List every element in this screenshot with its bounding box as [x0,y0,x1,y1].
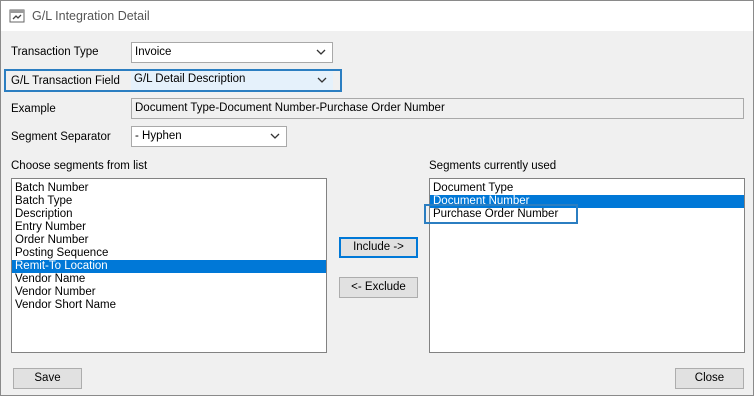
gl-integration-detail-window: G/L Integration Detail Transaction Type … [0,0,754,396]
exclude-button[interactable]: <- Exclude [339,277,418,298]
list-item-selected[interactable]: Remit-To Location [12,260,326,273]
example-field: Document Type-Document Number-Purchase O… [131,98,744,119]
separator-value: - Hyphen [135,130,182,142]
separator-label: Segment Separator [11,131,111,143]
title-bar: G/L Integration Detail [1,1,753,31]
include-button[interactable]: Include -> [339,237,418,258]
list-item[interactable]: Order Number [12,234,326,247]
save-button[interactable]: Save [13,368,82,389]
available-segments-label: Choose segments from list [11,160,148,172]
list-item[interactable]: Batch Type [12,195,326,208]
example-value: Document Type-Document Number-Purchase O… [135,102,445,114]
used-segments-label: Segments currently used [429,160,557,172]
list-item[interactable]: Vendor Name [12,273,326,286]
gl-field-label: G/L Transaction Field [11,75,120,87]
list-item[interactable]: Entry Number [12,221,326,234]
transaction-type-dropdown[interactable]: Invoice [131,42,333,63]
list-item[interactable]: Document Type [430,182,744,195]
list-item[interactable]: Batch Number [12,182,326,195]
list-item[interactable]: Vendor Short Name [12,299,326,312]
list-item[interactable]: Posting Sequence [12,247,326,260]
window-title: G/L Integration Detail [32,9,150,23]
app-window-icon [9,9,25,23]
chevron-down-icon [317,77,327,83]
gl-field-dropdown[interactable]: G/L Detail Description [131,71,333,90]
transaction-type-value: Invoice [135,46,172,58]
example-label: Example [11,103,56,115]
gl-field-value: G/L Detail Description [134,73,246,85]
list-item[interactable]: Vendor Number [12,286,326,299]
available-segments-list[interactable]: Batch Number Batch Type Description Entr… [11,178,327,353]
transaction-type-label: Transaction Type [11,46,99,58]
chevron-down-icon [316,49,326,55]
separator-dropdown[interactable]: - Hyphen [131,126,287,147]
list-item[interactable]: Description [12,208,326,221]
purchase-order-highlight-box [424,204,578,224]
chevron-down-icon [270,133,280,139]
close-button[interactable]: Close [675,368,744,389]
